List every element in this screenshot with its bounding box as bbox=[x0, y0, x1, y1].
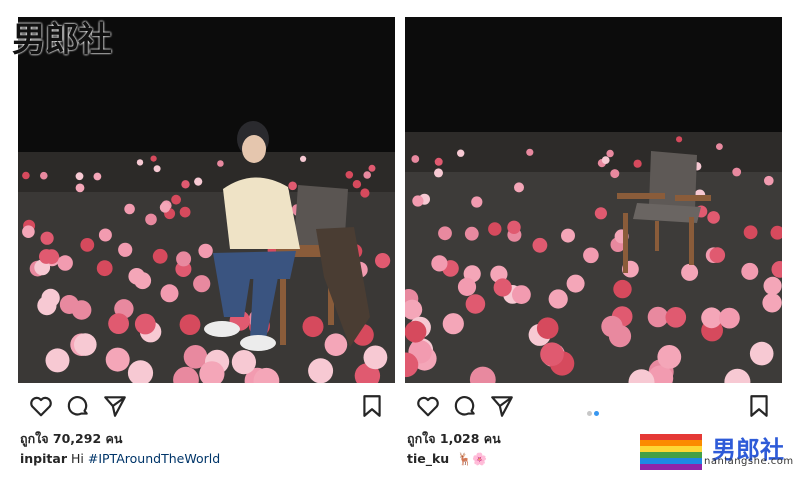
rainbow-flag-icon bbox=[640, 434, 702, 470]
share-icon[interactable] bbox=[102, 393, 128, 419]
flower-field-photo bbox=[18, 17, 395, 383]
hashtag-link[interactable]: #IPTAroundTheWorld bbox=[88, 451, 220, 466]
bookmark-icon[interactable] bbox=[746, 393, 772, 419]
brand-url: nanlangshe.com bbox=[704, 456, 794, 467]
instagram-post-1: ถูกใจ 70,292 คน inpitar Hi #IPTAroundTheW… bbox=[18, 17, 395, 466]
comment-icon[interactable] bbox=[452, 393, 478, 419]
share-icon[interactable] bbox=[489, 393, 515, 419]
heart-icon[interactable] bbox=[28, 393, 54, 419]
username-link[interactable]: inpitar bbox=[20, 451, 67, 466]
instagram-post-2: ถูกใจ 1,028 คน tie_ku 🦌🌸 bbox=[405, 17, 782, 466]
post-photo[interactable] bbox=[18, 17, 395, 383]
post-photo[interactable] bbox=[405, 17, 782, 383]
carousel-dot[interactable] bbox=[587, 411, 592, 416]
username-link[interactable]: tie_ku bbox=[407, 451, 449, 466]
comment-icon[interactable] bbox=[65, 393, 91, 419]
carousel-dot-active[interactable] bbox=[594, 411, 599, 416]
bookmark-icon[interactable] bbox=[359, 393, 385, 419]
brand-watermark: 男郎社 nanlangshe.com bbox=[640, 432, 800, 474]
post-caption: inpitar Hi #IPTAroundTheWorld bbox=[20, 451, 395, 466]
caption-emoji: 🦌🌸 bbox=[457, 452, 488, 466]
flower-field-photo bbox=[405, 17, 782, 383]
carousel-indicator bbox=[586, 403, 600, 421]
likes-count[interactable]: ถูกใจ 70,292 คน bbox=[20, 429, 395, 449]
heart-icon[interactable] bbox=[415, 393, 441, 419]
caption-text: Hi bbox=[71, 451, 84, 466]
watermark-logo: 男郎社 bbox=[12, 20, 112, 60]
